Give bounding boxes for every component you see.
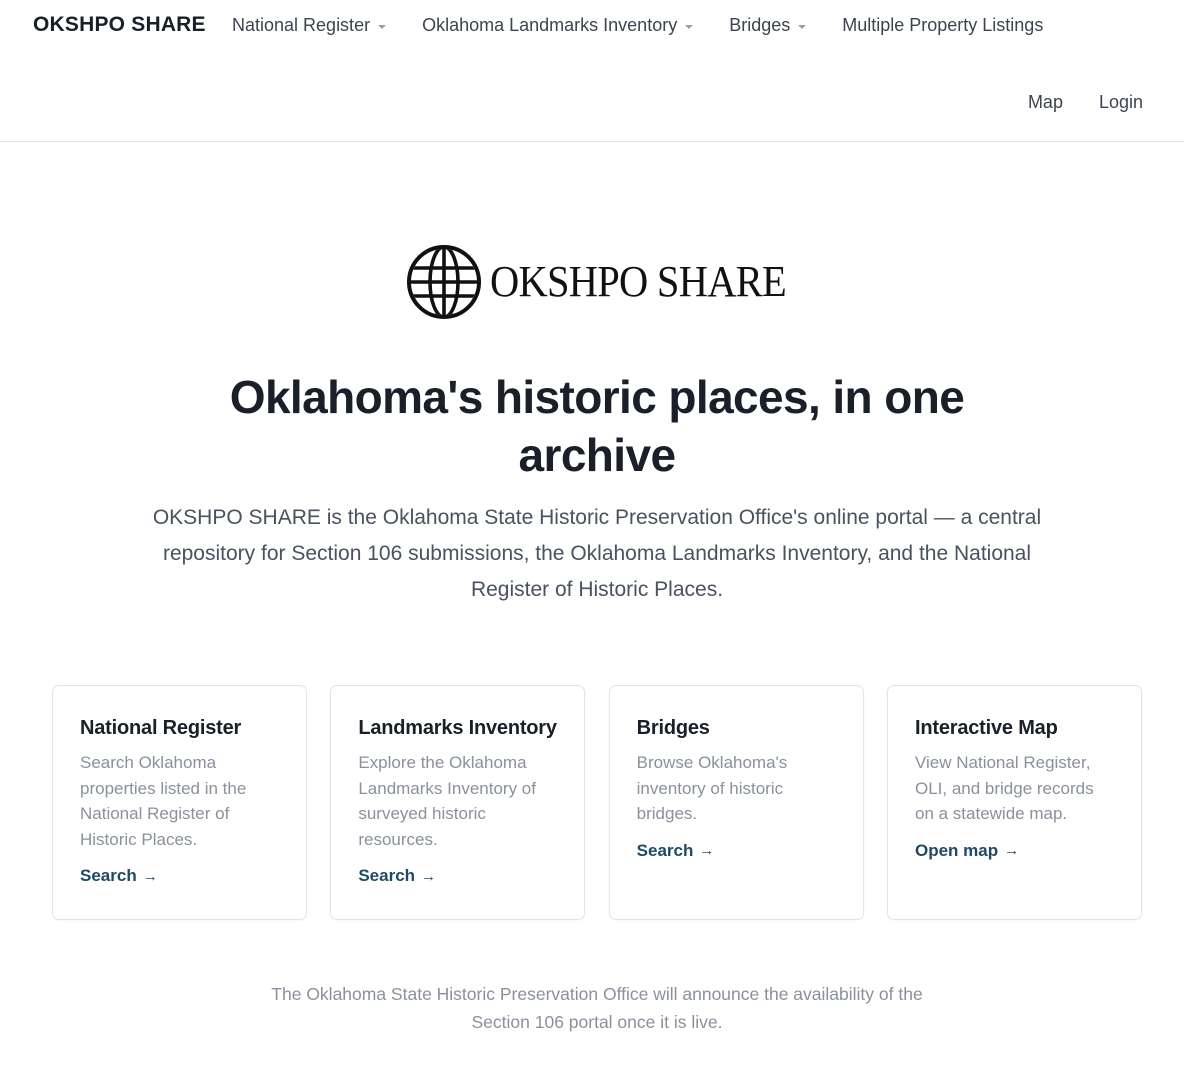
nav-item-national-register[interactable]: National Register <box>232 15 387 36</box>
brand-link[interactable]: OKSHPO SHARE <box>33 13 206 37</box>
site-header: OKSHPO SHARE National Register Oklahoma … <box>0 0 1184 142</box>
page-title: Oklahoma's historic places, in one archi… <box>229 371 965 481</box>
arrow-right-icon: → <box>421 867 437 885</box>
link-label: Search <box>80 866 137 885</box>
nav-item-label: Oklahoma Landmarks Inventory <box>422 15 678 35</box>
arrow-right-icon: → <box>1004 842 1020 859</box>
card-title: Landmarks Inventory <box>358 717 557 739</box>
arrow-right-icon: → <box>142 867 158 885</box>
link-label: Search <box>358 866 416 885</box>
card-interactive-map: Interactive Map View National Register, … <box>886 685 1142 920</box>
nav-item-login[interactable]: Login <box>1099 92 1143 113</box>
arrow-right-icon: → <box>699 842 715 859</box>
nav-item-map[interactable]: Map <box>1028 92 1063 113</box>
link-label: Search <box>636 840 694 860</box>
secondary-nav: Map Login <box>992 92 1143 113</box>
nav-item-oklahoma-landmarks-inventory[interactable]: Oklahoma Landmarks Inventory <box>422 15 694 36</box>
card-title: Bridges <box>636 717 710 739</box>
globe-icon <box>407 245 481 319</box>
open-map-link[interactable]: Open map → <box>915 841 1019 861</box>
card-description: Browse Oklahoma's inventory of historic … <box>636 753 788 823</box>
national-register-search-link[interactable]: Search → <box>80 866 158 886</box>
site-logo: OKSHPO SHARE <box>406 244 812 320</box>
logo-text: OKSHPO SHARE <box>490 257 787 306</box>
landmarks-search-link[interactable]: Search → <box>358 866 436 886</box>
intro-text: OKSHPO SHARE is the Oklahoma State Histo… <box>152 506 1042 601</box>
nav-item-label: Map <box>1027 92 1063 112</box>
feature-cards: National Register Search Oklahoma proper… <box>52 685 1142 920</box>
caret-down-icon <box>685 24 694 29</box>
nav-item-label: National Register <box>232 15 371 35</box>
card-bridges: Bridges Browse Oklahoma's inventory of h… <box>608 685 864 920</box>
card-description: View National Register, OLI, and bridge … <box>914 753 1094 823</box>
nav-item-bridges[interactable]: Bridges <box>729 15 807 36</box>
nav-item-label: Bridges <box>729 15 791 35</box>
caret-down-icon <box>378 24 387 29</box>
card-title: Interactive Map <box>914 717 1058 739</box>
link-label: Open map <box>914 840 999 860</box>
caret-down-icon <box>798 24 807 29</box>
availability-note: The Oklahoma State Historic Preservation… <box>271 984 923 1032</box>
card-national-register: National Register Search Oklahoma proper… <box>52 685 307 920</box>
card-description: Search Oklahoma properties listed in the… <box>80 753 247 849</box>
card-title: National Register <box>80 717 242 739</box>
main-nav: National Register Oklahoma Landmarks Inv… <box>232 15 1079 36</box>
bridges-search-link[interactable]: Search → <box>637 841 715 861</box>
card-description: Explore the Oklahoma Landmarks Inventory… <box>358 753 536 849</box>
nav-item-multiple-property-listings[interactable]: Multiple Property Listings <box>842 15 1043 36</box>
card-landmarks-inventory: Landmarks Inventory Explore the Oklahoma… <box>330 685 586 920</box>
nav-item-label: Multiple Property Listings <box>842 15 1044 35</box>
nav-item-label: Login <box>1098 92 1143 112</box>
